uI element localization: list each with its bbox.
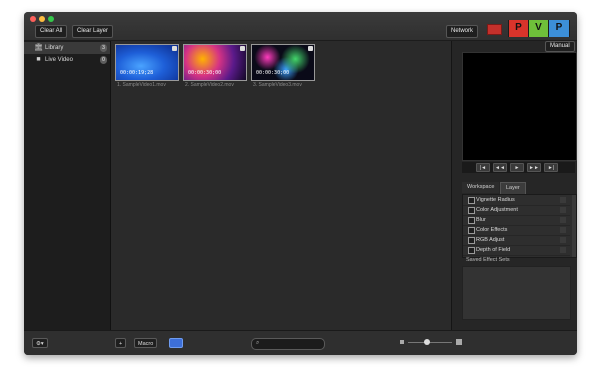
effect-checkbox[interactable] — [468, 197, 475, 204]
timecode: 00:00:19;28 — [120, 70, 154, 76]
count-badge: 3 — [100, 44, 107, 52]
sidebar-item-label: Live Video — [45, 57, 73, 63]
clear-all-button[interactable]: Clear All — [35, 25, 68, 38]
effect-label: Vignette Radius — [476, 197, 515, 203]
macro-button[interactable]: Macro — [134, 338, 158, 348]
preview-monitor — [462, 52, 577, 161]
pvp-logo-p2: P — [549, 20, 569, 37]
sidebar-item-library[interactable]: 🏛 Library 3 — [24, 42, 110, 54]
effect-disclosure-icon[interactable] — [560, 197, 566, 203]
video-camera-icon: ■ — [36, 56, 41, 63]
slider-knob[interactable] — [424, 339, 430, 345]
sidebar-item-label: Library — [45, 45, 64, 51]
transport-controls: |◄ ◄◄ ► ►► ►| — [462, 162, 575, 173]
app-window: Clear All Clear Layer Network P V P 🏛 Li… — [24, 12, 577, 355]
media-thumbnail: 00:00:30;00 — [251, 44, 315, 81]
effects-list: Vignette Radius Color Adjustment Blur Co… — [462, 194, 577, 258]
sidebar-item-live-video[interactable]: ■ Live Video 0 — [24, 54, 110, 66]
media-thumbnail: 00:00:30;00 — [183, 44, 247, 81]
fast-forward-icon[interactable]: ►► — [527, 163, 541, 172]
effect-disclosure-icon[interactable] — [560, 217, 566, 223]
settings-gear-icon[interactable]: ⚙▾ — [32, 338, 48, 348]
tab-workspace[interactable]: Workspace — [462, 182, 500, 193]
effect-label: Depth of Field — [476, 247, 511, 253]
add-button[interactable]: + — [115, 338, 126, 348]
effect-disclosure-icon[interactable] — [560, 237, 566, 243]
saved-effect-sets-label: Saved Effect Sets — [466, 257, 510, 263]
inspector-tabs: Workspace Layer — [462, 182, 575, 194]
pvp-logo-v: V — [529, 20, 548, 37]
network-button[interactable]: Network — [446, 25, 479, 38]
skip-to-end-icon[interactable]: ►| — [544, 163, 558, 172]
effect-item[interactable]: Depth of Field — [463, 245, 570, 256]
minimize-window-button[interactable] — [39, 16, 45, 22]
thumbnail-size-slider[interactable] — [408, 339, 452, 345]
media-thumbnail: 00:00:19;28 — [115, 44, 179, 81]
effect-label: Color Effects — [476, 227, 508, 233]
effect-checkbox[interactable] — [468, 227, 475, 234]
effect-disclosure-icon[interactable] — [560, 227, 566, 233]
close-window-button[interactable] — [30, 16, 36, 22]
manual-button[interactable]: Manual — [545, 41, 575, 52]
skip-to-start-icon[interactable]: |◄ — [476, 163, 490, 172]
effects-scrollbar[interactable] — [572, 195, 576, 257]
timecode: 00:00:30;00 — [256, 70, 290, 76]
effect-disclosure-icon[interactable] — [560, 207, 566, 213]
media-item[interactable]: 00:00:19;28 1. SampleVideo1.mov — [115, 44, 179, 90]
media-bin: 00:00:19;28 1. SampleVideo1.mov 00:00:30… — [111, 41, 450, 330]
media-caption: 3. SampleVideo3.mov — [253, 82, 302, 88]
media-options-icon[interactable] — [308, 46, 313, 51]
effect-label: Color Adjustment — [476, 207, 518, 213]
effect-checkbox[interactable] — [468, 247, 475, 254]
inspector-panel: Manual |◄ ◄◄ ► ►► ►| Workspace Layer Vig… — [451, 41, 577, 330]
effect-label: Blur — [476, 217, 486, 223]
tab-layer[interactable]: Layer — [500, 182, 526, 194]
clear-layer-button[interactable]: Clear Layer — [72, 25, 114, 38]
text-tool-icon[interactable] — [169, 338, 183, 348]
search-icon: ⌕ — [256, 340, 260, 346]
media-item[interactable]: 00:00:30;00 2. SampleVideo2.mov — [183, 44, 247, 90]
effect-checkbox[interactable] — [468, 237, 475, 244]
media-caption: 2. SampleVideo2.mov — [185, 82, 234, 88]
sidebar: 🏛 Library 3 ■ Live Video 0 — [24, 41, 111, 330]
thumbnail-small-icon — [400, 340, 404, 344]
zoom-window-button[interactable] — [48, 16, 54, 22]
toolbar: Clear All Clear Layer Network P V P — [24, 12, 577, 41]
effect-disclosure-icon[interactable] — [560, 247, 566, 253]
pvp-logo-p: P — [509, 20, 528, 37]
saved-effect-sets-list[interactable] — [462, 266, 571, 320]
media-options-icon[interactable] — [172, 46, 177, 51]
bottom-bar: ⚙▾ + Macro ⌕ — [24, 330, 577, 355]
play-icon[interactable]: ► — [510, 163, 524, 172]
media-item[interactable]: 00:00:30;00 3. SampleVideo3.mov — [251, 44, 315, 90]
pvp-logo: P V P — [508, 20, 570, 37]
record-indicator[interactable] — [487, 24, 502, 35]
rewind-icon[interactable]: ◄◄ — [493, 163, 507, 172]
count-badge: 0 — [100, 56, 107, 64]
media-options-icon[interactable] — [240, 46, 245, 51]
media-caption: 1. SampleVideo1.mov — [117, 82, 166, 88]
effect-checkbox[interactable] — [468, 217, 475, 224]
search-input[interactable]: ⌕ — [251, 338, 325, 350]
effect-checkbox[interactable] — [468, 207, 475, 214]
library-icon: 🏛 — [34, 44, 43, 51]
thumbnail-large-icon — [456, 339, 462, 345]
effect-label: RGB Adjust — [476, 237, 505, 243]
timecode: 00:00:30;00 — [188, 70, 222, 76]
